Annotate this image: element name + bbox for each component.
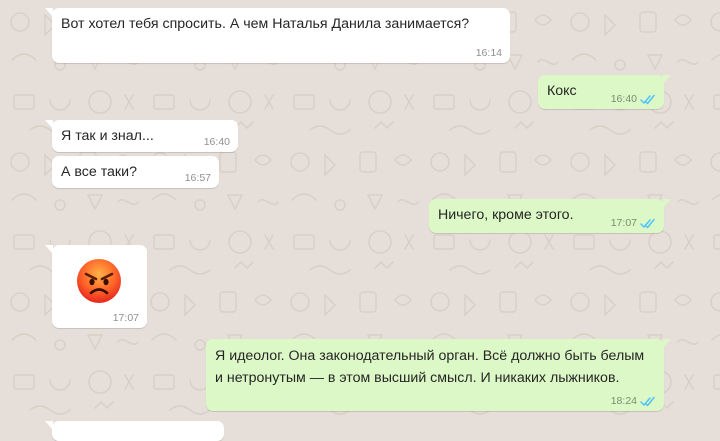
message-outgoing[interactable]: Я идеолог. Она законодательный орган. Вс… [206, 339, 671, 411]
message-time: 17:07 [112, 312, 139, 324]
message-outgoing[interactable]: Кокс 16:40 [538, 75, 671, 109]
message-text: А все таки? [61, 164, 137, 180]
angry-face-icon [77, 259, 121, 303]
message-time: 18:24 [610, 395, 637, 407]
double-check-read-icon [640, 396, 656, 407]
message-outgoing[interactable]: Ничего, кроме этого. 17:07 [429, 199, 671, 233]
message-text: Я так и знал... [61, 128, 154, 144]
message-text-line: и нетронутым — в этом высший смысл. И ни… [215, 370, 620, 386]
message-incoming-emoji[interactable]: 17:07 [45, 245, 147, 328]
message-time: 16:40 [203, 136, 230, 148]
double-check-read-icon [640, 218, 656, 229]
message-text: Кокс [547, 83, 577, 99]
message-time: 16:57 [184, 172, 211, 184]
message-incoming[interactable]: А все таки? 16:57 [52, 156, 219, 188]
message-list[interactable]: Вот хотел тебя спросить. А чем Наталья Д… [0, 0, 720, 441]
message-time: 16:14 [475, 47, 502, 59]
message-incoming[interactable]: Я так и знал... 16:40 [45, 120, 238, 152]
message-text: Ничего, кроме этого. [438, 207, 574, 223]
message-incoming[interactable]: Вот хотел тебя спросить. А чем Наталья Д… [45, 8, 510, 63]
message-incoming-partial[interactable] [45, 421, 224, 441]
message-text-line: Я идеолог. Она законодательный орган. Вс… [215, 348, 645, 364]
double-check-read-icon [640, 94, 656, 105]
message-time: 16:40 [610, 93, 637, 105]
message-time: 17:07 [610, 217, 637, 229]
message-text: Вот хотел тебя спросить. А чем Наталья Д… [61, 16, 470, 32]
